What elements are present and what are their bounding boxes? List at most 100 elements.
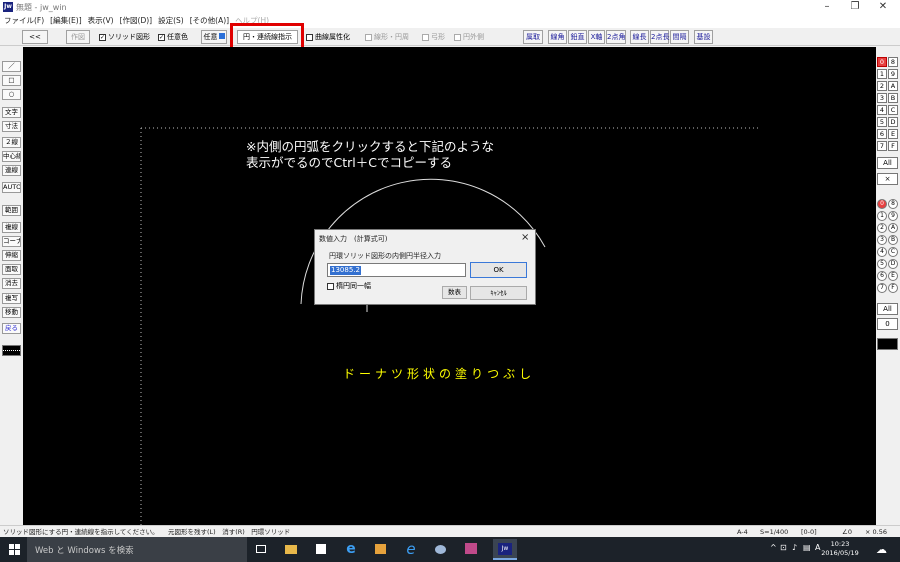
layer-4[interactable]: 4 (877, 247, 887, 257)
line-circle-checkbox[interactable]: 線形・円周 (365, 31, 409, 43)
ie-icon[interactable]: e (403, 541, 419, 557)
attr-get-button[interactable]: 属取 (523, 30, 543, 44)
calc-table-button[interactable]: 数表 (442, 286, 467, 299)
tool-offset[interactable]: 複線 (2, 222, 21, 233)
angle[interactable]: ∠0 (842, 527, 852, 537)
task-view-icon[interactable] (253, 541, 269, 557)
tool-erase[interactable]: 消去 (2, 278, 21, 289)
draw-button[interactable]: 作図 (66, 30, 90, 44)
two-point-length-button[interactable]: 2点長 (650, 30, 669, 44)
close-window-icon[interactable]: ✕ (868, 0, 898, 14)
layer-group-9[interactable]: 9 (888, 69, 898, 79)
layer-group-3[interactable]: 3 (877, 93, 887, 103)
layer-B[interactable]: B (888, 235, 898, 245)
action-center-icon[interactable]: ☁ (876, 543, 887, 556)
layer-zero-button[interactable]: 0 (877, 318, 898, 330)
layer-group-4[interactable]: 4 (877, 105, 887, 115)
layer-group-all-button[interactable]: All (877, 157, 898, 169)
same-width-checkbox[interactable]: 楕円同一幅 (327, 281, 371, 291)
layer-group-2[interactable]: 2 (877, 81, 887, 91)
layer-all-button[interactable]: All (877, 303, 898, 315)
tool-auto[interactable]: AUTO (2, 182, 21, 193)
base-set-button[interactable]: 基設 (694, 30, 713, 44)
layer-5[interactable]: 5 (877, 259, 887, 269)
layer-F[interactable]: F (888, 283, 898, 293)
back-button[interactable]: << (22, 30, 48, 44)
store-icon[interactable] (313, 541, 329, 557)
layer-group-C[interactable]: C (888, 105, 898, 115)
circumference-checkbox[interactable]: 円外側 (454, 31, 484, 43)
paper-size[interactable]: A-4 (737, 527, 748, 537)
radius-input[interactable]: 13085.2 (327, 263, 466, 277)
layer-group-x-button[interactable]: × (877, 173, 898, 185)
layer-6[interactable]: 6 (877, 271, 887, 281)
windows-start-icon[interactable] (9, 544, 20, 555)
line-type-swatch[interactable] (2, 345, 21, 356)
any-color-checkbox[interactable]: ✓ 任意色 (158, 31, 188, 43)
tool-chamfer[interactable]: 面取 (2, 264, 21, 275)
layer-9[interactable]: 9 (888, 211, 898, 221)
interval-button[interactable]: 間隔 (670, 30, 689, 44)
layer-group-E[interactable]: E (888, 129, 898, 139)
dialog-close-icon[interactable]: × (521, 232, 529, 243)
tool-rect[interactable]: □ (2, 75, 21, 86)
menu-settings[interactable]: 設定(S) (158, 14, 184, 28)
current-layer[interactable]: [0-0] (801, 527, 817, 537)
layer-7[interactable]: 7 (877, 283, 887, 293)
menu-view[interactable]: 表示(V) (88, 14, 114, 28)
tool-dimension[interactable]: 寸法 (2, 121, 21, 132)
vertical-button[interactable]: 鉛直 (568, 30, 587, 44)
tool-center-line[interactable]: 中心線 (2, 151, 21, 162)
layer-8[interactable]: 8 (888, 199, 898, 209)
menu-edit[interactable]: [編集(E)] (50, 14, 81, 28)
solid-checkbox[interactable]: ✓ ソリッド図形 (99, 31, 150, 43)
tray-chevron-icon[interactable]: ^ (770, 543, 777, 552)
tool-corner[interactable]: コーナー (2, 236, 21, 247)
layer-group-7[interactable]: 7 (877, 141, 887, 151)
tool-polyline[interactable]: 連線 (2, 165, 21, 176)
photo-app-icon[interactable] (463, 541, 479, 557)
menu-file[interactable]: ファイル(F) (4, 14, 44, 28)
line-angle-button[interactable]: 線角 (548, 30, 567, 44)
network-icon[interactable]: ⊡ (780, 543, 787, 552)
layer-group-8[interactable]: 8 (888, 57, 898, 67)
media-icon[interactable] (373, 541, 389, 557)
clock[interactable]: 10:23 2016/05/19 (818, 540, 862, 558)
layer-C[interactable]: C (888, 247, 898, 257)
arc-checkbox[interactable]: 弓形 (422, 31, 445, 43)
tool-range[interactable]: 範囲 (2, 205, 21, 216)
volume-icon[interactable]: ♪ (792, 543, 797, 552)
curve-attr-checkbox[interactable]: 曲線属性化 (306, 31, 350, 43)
zoom[interactable]: × 0.56 (865, 527, 887, 537)
layer-group-A[interactable]: A (888, 81, 898, 91)
file-explorer-icon[interactable] (283, 541, 299, 557)
layer-2[interactable]: 2 (877, 223, 887, 233)
two-point-angle-button[interactable]: 2点角 (606, 30, 626, 44)
restore-icon[interactable]: ❐ (840, 0, 870, 14)
x-axis-button[interactable]: X軸 (588, 30, 605, 44)
tool-line[interactable]: ／ (2, 61, 21, 72)
menu-draw[interactable]: [作図(D)] (120, 14, 152, 28)
layer-group-B[interactable]: B (888, 93, 898, 103)
tool-move[interactable]: 移動 (2, 307, 21, 318)
layer-E[interactable]: E (888, 271, 898, 281)
layer-D[interactable]: D (888, 259, 898, 269)
edge-icon[interactable]: e (343, 541, 359, 557)
jw-cad-taskbar-button[interactable]: Jw (493, 539, 517, 560)
tool-circle[interactable]: ○ (2, 89, 21, 100)
layer-group-D[interactable]: D (888, 117, 898, 127)
search-box[interactable]: Web と Windows を検索 (27, 537, 247, 562)
line-length-button[interactable]: 線長 (630, 30, 649, 44)
layer-0[interactable]: 0 (877, 199, 887, 209)
ok-button[interactable]: OK (470, 262, 527, 278)
layer-A[interactable]: A (888, 223, 898, 233)
notification-icon[interactable]: ▤ (803, 543, 811, 552)
tool-undo[interactable]: 戻る (2, 323, 21, 334)
layer-1[interactable]: 1 (877, 211, 887, 221)
paint-icon[interactable] (433, 541, 449, 557)
layer-3[interactable]: 3 (877, 235, 887, 245)
tool-stretch[interactable]: 伸縮 (2, 250, 21, 261)
layer-group-5[interactable]: 5 (877, 117, 887, 127)
scale[interactable]: S=1/400 (760, 527, 788, 537)
tool-copy[interactable]: 複写 (2, 293, 21, 304)
